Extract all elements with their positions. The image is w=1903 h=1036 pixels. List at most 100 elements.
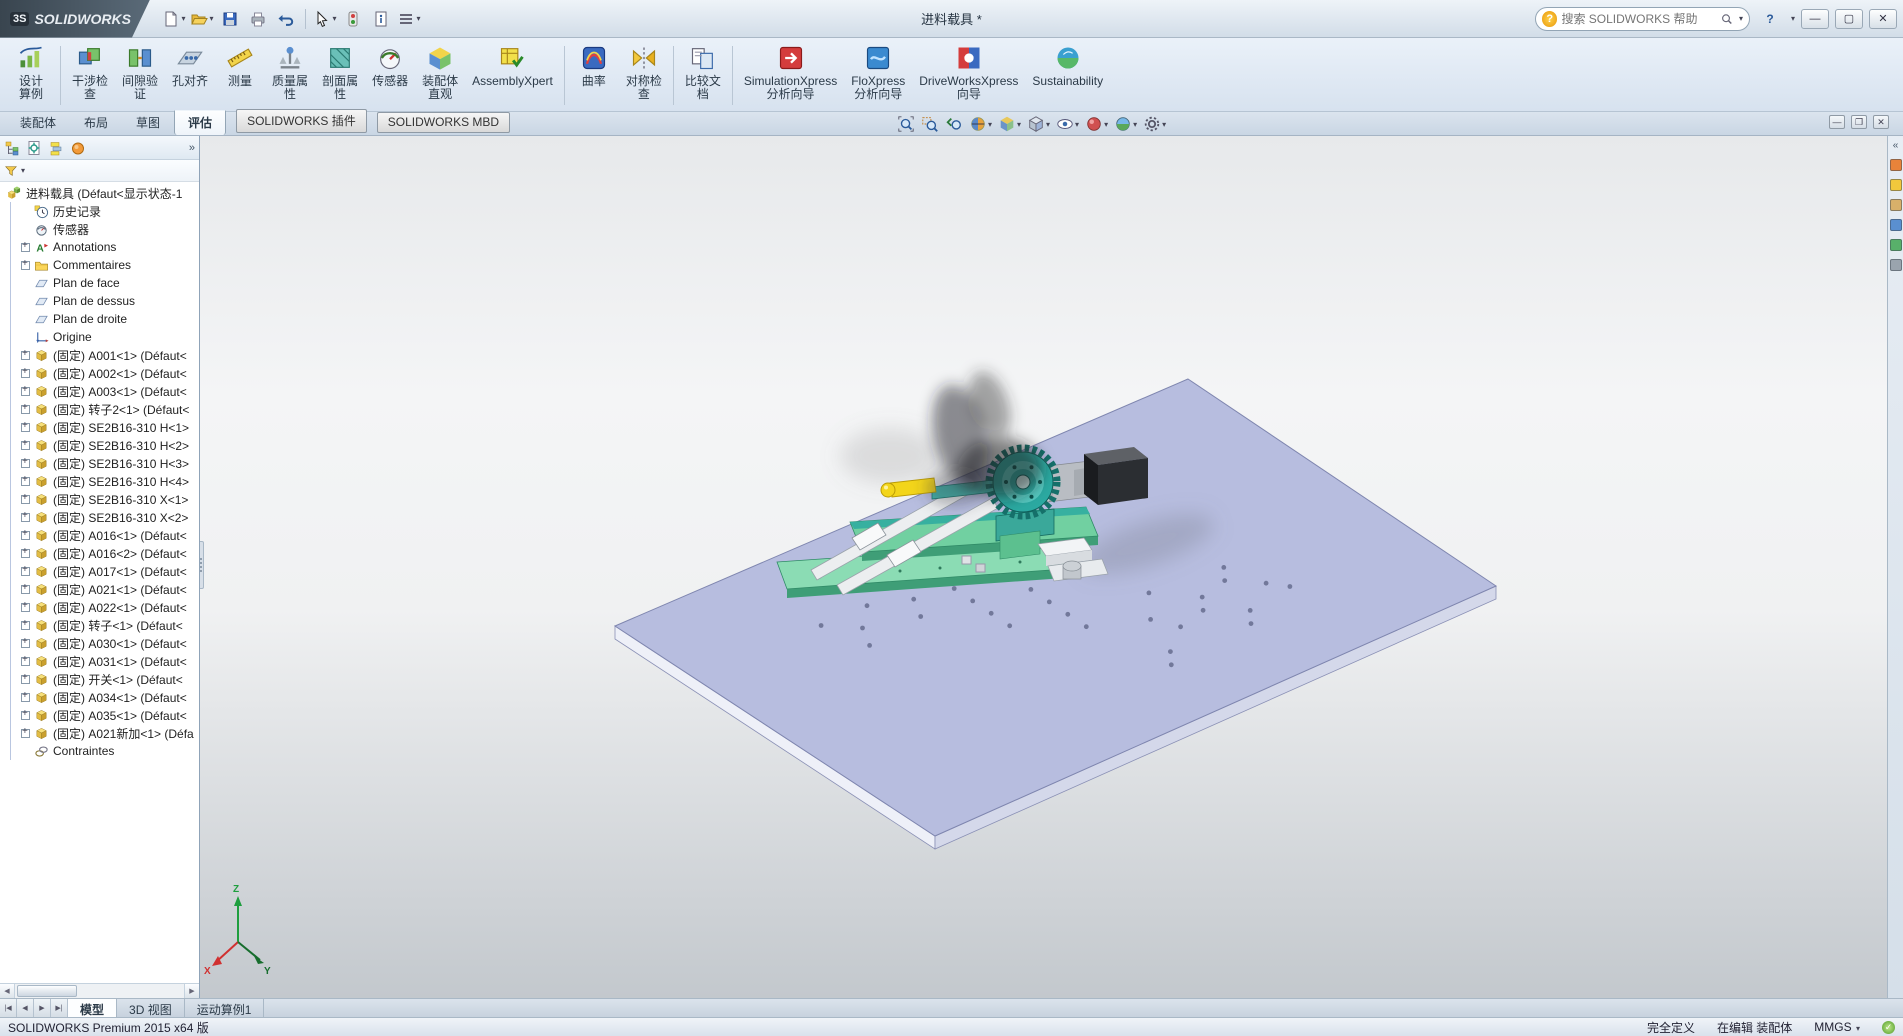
tree-item[interactable]: (固定) SE2B16-310 H<4> [11, 472, 199, 490]
tree-item[interactable]: (固定) A030<1> (Défaut< [11, 634, 199, 652]
scrollbar-thumb[interactable] [17, 985, 77, 997]
scroll-right-icon[interactable]: ▶ [184, 984, 199, 998]
search-icon[interactable] [1720, 12, 1734, 26]
display-style-button[interactable]: ▾ [1025, 114, 1052, 134]
search-scope-dropdown-icon[interactable]: ▾ [1739, 14, 1743, 23]
file-properties-button[interactable] [368, 6, 394, 32]
tree-item[interactable]: (固定) A034<1> (Défaut< [11, 688, 199, 706]
expand-icon[interactable] [21, 459, 30, 468]
expand-icon[interactable] [21, 351, 30, 360]
options-button[interactable]: ▾ [396, 6, 422, 32]
expand-icon[interactable] [21, 693, 30, 702]
assembly-3d-scene[interactable]: Z X Y [200, 136, 1887, 998]
tree-item[interactable]: (固定) SE2B16-310 H<2> [11, 436, 199, 454]
ribbon-measure-button[interactable]: 测量 [215, 40, 265, 111]
tree-item[interactable]: Plan de droite [11, 310, 199, 328]
tree-item[interactable]: (固定) A022<1> (Défaut< [11, 598, 199, 616]
tree-item[interactable]: Plan de face [11, 274, 199, 292]
tree-item[interactable]: (固定) 转子2<1> (Défaut< [11, 400, 199, 418]
expand-icon[interactable] [21, 585, 30, 594]
help-dropdown-icon[interactable]: ▾ [1791, 14, 1795, 23]
tree-item[interactable]: (固定) 开关<1> (Défaut< [11, 670, 199, 688]
expand-icon[interactable] [21, 441, 30, 450]
propertymanager-icon[interactable] [26, 140, 42, 156]
edit-appearance-button[interactable]: ▾ [1083, 114, 1110, 134]
scroll-left-icon[interactable]: ◀ [0, 984, 15, 998]
ribbon-floxpress-button[interactable]: FloXpress分析向导 [844, 40, 912, 111]
tree-item[interactable]: (固定) SE2B16-310 H<3> [11, 454, 199, 472]
filter-funnel-icon[interactable] [4, 164, 18, 178]
section-view-button[interactable]: ▾ [967, 114, 994, 134]
tree-item[interactable]: (固定) A003<1> (Défaut< [11, 382, 199, 400]
tree-item[interactable]: (固定) SE2B16-310 X<2> [11, 508, 199, 526]
expand-icon[interactable] [21, 567, 30, 576]
document-close-icon[interactable]: ✕ [1873, 115, 1889, 129]
custom-properties-icon[interactable] [1890, 259, 1902, 271]
expand-icon[interactable] [21, 711, 30, 720]
tree-item[interactable]: (固定) SE2B16-310 X<1> [11, 490, 199, 508]
bottom-tab-1[interactable]: 3D 视图 [117, 999, 185, 1017]
tree-item[interactable]: (固定) A035<1> (Défaut< [11, 706, 199, 724]
command-tab-1[interactable]: 布局 [70, 110, 122, 135]
ribbon-sensors-button[interactable]: 传感器 [365, 40, 415, 111]
zoom-to-area-button[interactable] [919, 114, 941, 134]
save-button[interactable] [217, 6, 243, 32]
configurationmanager-icon[interactable] [48, 140, 64, 156]
base-plate[interactable] [615, 379, 1496, 849]
panel-horizontal-scrollbar[interactable]: ◀ ▶ [0, 983, 199, 998]
panel-resize-grip[interactable] [200, 541, 204, 589]
window-maximize-button[interactable]: ▢ [1835, 9, 1863, 29]
search-input[interactable] [1561, 12, 1716, 26]
command-tab-0[interactable]: 装配体 [6, 110, 70, 135]
tree-root-item[interactable]: 进料载具 (Défaut<显示状态-1 [0, 184, 199, 202]
command-tab-2[interactable]: 草图 [122, 110, 174, 135]
window-minimize-button[interactable]: — [1801, 9, 1829, 29]
ribbon-symmetry-check-button[interactable]: 对称检查 [619, 40, 669, 111]
expand-icon[interactable] [21, 477, 30, 486]
filter-dropdown-icon[interactable]: ▾ [21, 166, 25, 175]
select-tool-button[interactable]: ▾ [312, 6, 338, 32]
design-library-icon[interactable] [1890, 179, 1902, 191]
expand-icon[interactable] [21, 657, 30, 666]
featuremanager-tree-icon[interactable] [4, 140, 20, 156]
motor-box[interactable] [1084, 447, 1148, 505]
ribbon-interference-detection-button[interactable]: 干涉检查 [65, 40, 115, 111]
tree-item[interactable]: (固定) A021新加<1> (Défa [11, 724, 199, 742]
tree-item[interactable]: (固定) A016<1> (Défaut< [11, 526, 199, 544]
tree-item[interactable]: Commentaires [11, 256, 199, 274]
new-document-button[interactable]: ▾ [161, 6, 187, 32]
expand-icon[interactable] [21, 243, 30, 252]
expand-icon[interactable] [21, 729, 30, 738]
ribbon-hole-alignment-button[interactable]: 孔对齐 [165, 40, 215, 111]
bottom-tab-2[interactable]: 运动算例1 [185, 999, 265, 1017]
bottom-tab-0[interactable]: 模型 [68, 999, 117, 1017]
view-orientation-button[interactable]: ▾ [996, 114, 1023, 134]
task-pane-collapse-icon[interactable]: « [1893, 140, 1899, 151]
tree-item[interactable]: Contraintes [11, 742, 199, 760]
tree-item[interactable]: Annotations [11, 238, 199, 256]
tab-scroll-last-icon[interactable]: ▶| [51, 999, 68, 1017]
tree-item[interactable]: Origine [11, 328, 199, 346]
view-settings-button[interactable]: ▾ [1141, 114, 1168, 134]
ribbon-sustainability-button[interactable]: Sustainability [1025, 40, 1110, 111]
help-search-box[interactable]: ? ▾ [1535, 7, 1750, 31]
ribbon-driveworksxpress-button[interactable]: DriveWorksXpress向导 [912, 40, 1025, 111]
file-explorer-icon[interactable] [1890, 199, 1902, 211]
expand-icon[interactable] [21, 639, 30, 648]
expand-icon[interactable] [21, 603, 30, 612]
hide-show-items-button[interactable]: ▾ [1054, 114, 1081, 134]
solidworks-resources-icon[interactable] [1890, 159, 1902, 171]
tree-item[interactable]: (固定) A017<1> (Défaut< [11, 562, 199, 580]
appearances-scenes-icon[interactable] [1890, 239, 1902, 251]
tree-item[interactable]: Plan de dessus [11, 292, 199, 310]
expand-icon[interactable] [21, 513, 30, 522]
ribbon-curvature-button[interactable]: 曲率 [569, 40, 619, 111]
status-units-dropdown[interactable]: MMGS ▾ [1814, 1020, 1860, 1034]
quick-tips-icon[interactable]: ✓ [1882, 1021, 1895, 1034]
tab-scroll-first-icon[interactable]: |◀ [0, 999, 17, 1017]
expand-icon[interactable] [21, 387, 30, 396]
ribbon-simulationxpress-button[interactable]: SimulationXpress分析向导 [737, 40, 844, 111]
document-restore-icon[interactable]: ❐ [1851, 115, 1867, 129]
tree-item[interactable]: 传感器 [11, 220, 199, 238]
tree-item[interactable]: (固定) A016<2> (Défaut< [11, 544, 199, 562]
